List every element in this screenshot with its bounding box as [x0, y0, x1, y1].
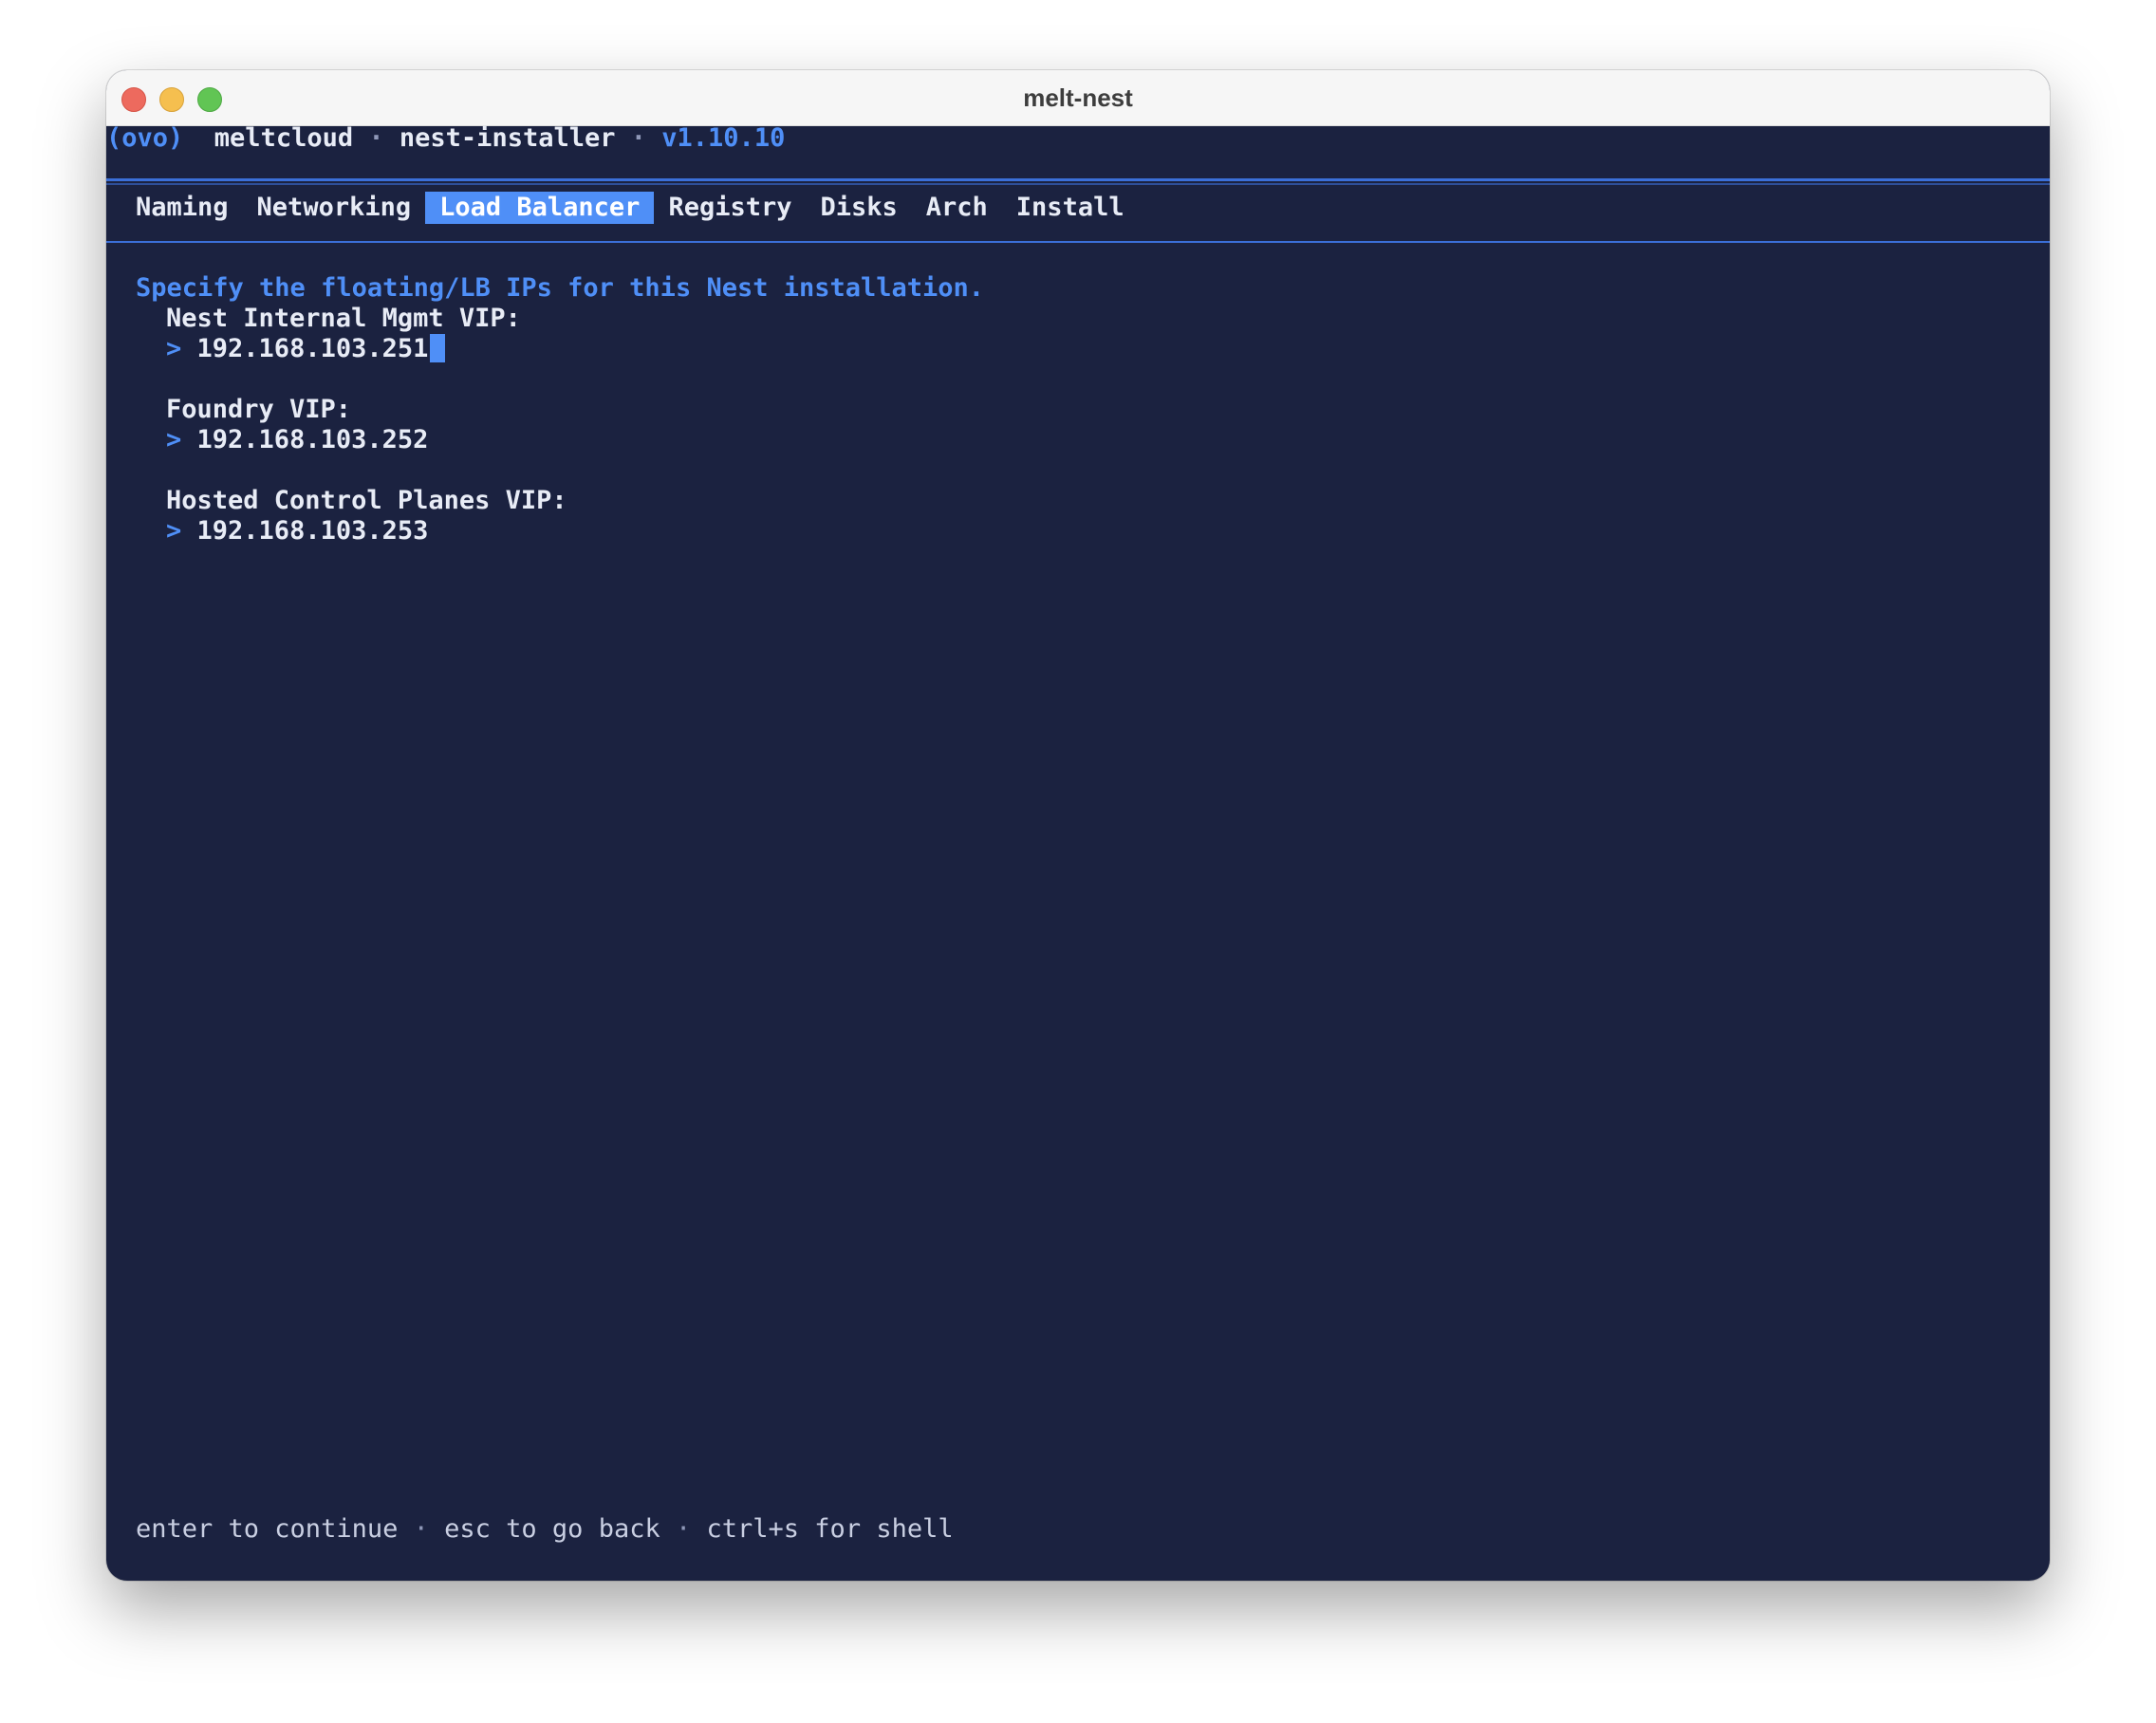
- foundry-vip-value: 192.168.103.252: [196, 425, 429, 454]
- terminal-window: melt-nest (ovo) meltcloud · nest-install…: [106, 70, 2050, 1581]
- footer-separator: ·: [413, 1514, 429, 1544]
- tab-networking[interactable]: Networking: [243, 192, 426, 224]
- hcp-vip-value: 192.168.103.253: [196, 516, 429, 546]
- terminal-screen[interactable]: (ovo) meltcloud · nest-installer · v1.10…: [106, 123, 2050, 1581]
- input-foundry-vip[interactable]: > 192.168.103.252: [166, 425, 428, 455]
- input-mgmt-vip[interactable]: > 192.168.103.251: [166, 334, 446, 364]
- header-divider-inner: [106, 183, 2050, 185]
- footer-separator: ·: [675, 1514, 692, 1544]
- app-logo: (ovo): [106, 123, 184, 153]
- version-label: v1.10.10: [661, 123, 786, 153]
- window-title: melt-nest: [1023, 83, 1133, 112]
- footer-hints: enter to continue · esc to go back · ctr…: [136, 1514, 954, 1545]
- tab-install[interactable]: Install: [1002, 192, 1139, 224]
- tab-disks[interactable]: Disks: [806, 192, 911, 224]
- header-divider: [106, 178, 2050, 181]
- tab-naming[interactable]: Naming: [121, 192, 243, 224]
- field-label-hcp-vip: Hosted Control Planes VIP:: [166, 486, 567, 515]
- field-label-foundry-vip: Foundry VIP:: [166, 395, 352, 424]
- app-header: (ovo) meltcloud · nest-installer · v1.10…: [106, 123, 785, 154]
- module-name: nest-installer: [399, 123, 616, 153]
- hint-back: esc to go back: [444, 1514, 660, 1544]
- prompt-chevron-icon: >: [166, 425, 182, 454]
- app-name: meltcloud: [214, 123, 354, 153]
- tab-arch[interactable]: Arch: [912, 192, 1002, 224]
- hint-continue: enter to continue: [136, 1514, 399, 1544]
- hint-shell: ctrl+s for shell: [706, 1514, 954, 1544]
- form-prompt: Specify the floating/LB IPs for this Nes…: [136, 273, 985, 303]
- header-separator: ·: [630, 123, 647, 153]
- text-cursor: [430, 334, 446, 362]
- header-separator: ·: [368, 123, 384, 153]
- step-tabs: Naming Networking Load Balancer Registry…: [121, 192, 1139, 226]
- title-bar[interactable]: melt-nest: [106, 70, 2050, 126]
- prompt-chevron-icon: >: [166, 516, 182, 546]
- input-hcp-vip[interactable]: > 192.168.103.253: [166, 516, 428, 547]
- tabs-divider: [106, 241, 2050, 243]
- field-label-mgmt-vip: Nest Internal Mgmt VIP:: [166, 304, 521, 333]
- prompt-chevron-icon: >: [166, 334, 182, 363]
- tab-registry[interactable]: Registry: [654, 192, 806, 224]
- tab-load-balancer[interactable]: Load Balancer: [425, 192, 655, 224]
- mgmt-vip-value: 192.168.103.251: [196, 334, 429, 363]
